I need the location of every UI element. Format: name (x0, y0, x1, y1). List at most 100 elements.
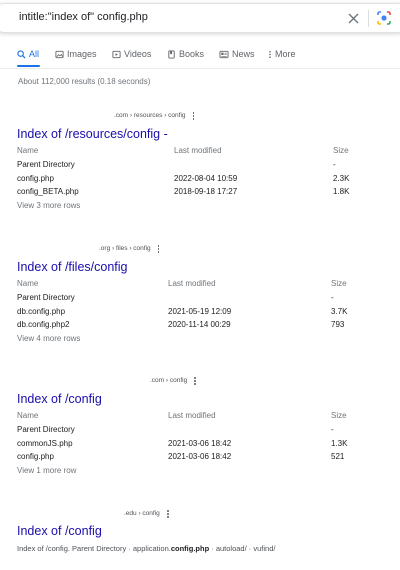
snippet-text: Index of /config. Parent Directory · app… (17, 544, 171, 553)
result-snippet: Index of /config. Parent Directory · app… (17, 544, 275, 553)
table-header: Name Last modified Size (0, 411, 400, 423)
table-row: config_BETA.php 2018-09-18 17:27 1.8K (0, 187, 400, 199)
row-modified: 2021-05-19 12:09 (168, 307, 232, 316)
header-last-modified: Last modified (174, 146, 222, 155)
row-modified: 2020-11-14 00:29 (168, 320, 231, 329)
close-icon (348, 13, 358, 23)
row-size: - (331, 293, 334, 302)
tab-videos[interactable]: Videos (112, 49, 151, 59)
breadcrumb: .org › files › config (99, 245, 151, 253)
result-title-text: Index of /files/config (17, 260, 128, 274)
snippet-text: · autoload/ · vufind/ (209, 544, 276, 553)
tab-label: Images (67, 49, 97, 59)
table-row: db.config.php 2021-05-19 12:09 3.7K (0, 307, 400, 319)
tab-label: All (29, 49, 40, 59)
row-modified: 2018-09-18 17:27 (174, 187, 238, 196)
search-input[interactable]: intitle:"index of" config.php (19, 11, 148, 23)
result-url[interactable]: .com › resources › config (114, 112, 195, 120)
header-name: Name (17, 279, 39, 288)
search-tabs: All Images Videos Books News More (0, 46, 400, 68)
row-name: Parent Directory (17, 293, 75, 302)
row-modified: 2022-08-04 10:59 (174, 174, 238, 183)
book-icon (168, 49, 175, 59)
row-name: Parent Directory (17, 425, 75, 434)
breadcrumb: .com › resources › config (114, 112, 186, 120)
tab-label: News (232, 49, 255, 59)
result-stats: About 112,000 results (0.18 seconds) (18, 77, 151, 86)
tab-label: More (275, 49, 296, 59)
header-last-modified: Last modified (168, 411, 216, 420)
result-title-text: Index of /config (17, 524, 102, 538)
row-name: db.config.php2 (17, 320, 70, 329)
row-size: 793 (331, 320, 345, 329)
row-size: - (333, 160, 336, 169)
row-name: Parent Directory (17, 160, 75, 169)
tabs-divider (0, 68, 400, 69)
more-options-icon[interactable] (166, 510, 169, 518)
row-size: - (331, 425, 334, 434)
more-options-icon[interactable] (192, 112, 195, 120)
result-title[interactable]: Index of /config (17, 524, 102, 538)
tab-label: Videos (124, 49, 152, 59)
google-lens-button[interactable] (375, 9, 393, 27)
header-size: Size (333, 146, 349, 155)
more-options-icon[interactable] (194, 377, 197, 385)
tab-books[interactable]: Books (167, 49, 204, 59)
header-size: Size (331, 279, 347, 288)
header-last-modified: Last modified (168, 279, 216, 288)
table-row: db.config.php2 2020-11-14 00:29 793 (0, 320, 400, 332)
table-row: Parent Directory - (0, 293, 400, 305)
tab-more[interactable]: More (268, 49, 296, 59)
view-more-rows-link[interactable]: View 4 more rows (17, 334, 80, 343)
lens-icon (377, 11, 391, 25)
row-size: 1.3K (331, 439, 348, 448)
image-icon (55, 50, 64, 58)
table-header: Name Last modified Size (0, 279, 400, 291)
news-icon (219, 50, 229, 58)
view-more-rows-link[interactable]: View 1 more row (17, 466, 76, 475)
result-title-text: Index of /resources/config (17, 127, 161, 141)
table-row: config.php 2021-03-06 18:42 521 (0, 452, 400, 464)
table-row: Parent Directory - (0, 425, 400, 437)
result-title-suffix: - (163, 127, 168, 141)
row-modified: 2021-03-06 18:42 (168, 452, 232, 461)
result-url[interactable]: .org › files › config (99, 245, 160, 253)
row-size: 3.7K (331, 307, 348, 316)
search-bar: intitle:"index of" config.php (0, 3, 400, 33)
breadcrumb: .edu › config (124, 510, 160, 518)
header-name: Name (17, 146, 39, 155)
row-name: db.config.php (17, 307, 66, 316)
result-title[interactable]: Index of /files/config (17, 260, 127, 274)
row-name: commonJS.php (17, 439, 73, 448)
row-modified: 2021-03-06 18:42 (168, 439, 232, 448)
more-options-icon[interactable] (157, 245, 160, 253)
view-more-rows-link[interactable]: View 3 more rows (17, 201, 80, 210)
table-row: commonJS.php 2021-03-06 18:42 1.3K (0, 439, 400, 451)
tab-news[interactable]: News (219, 49, 255, 59)
search-bar-divider (368, 10, 369, 27)
table-row: config.php 2022-08-04 10:59 2.3K (0, 174, 400, 186)
tab-images[interactable]: Images (55, 49, 97, 59)
row-name: config.php (17, 452, 54, 461)
header-name: Name (17, 411, 39, 420)
more-vert-icon (269, 50, 271, 58)
table-header: Name Last modified Size (0, 146, 400, 158)
search-icon (17, 49, 26, 59)
clear-button[interactable] (345, 10, 361, 26)
active-tab-indicator (17, 65, 40, 67)
row-name: config.php (17, 174, 54, 183)
result-title[interactable]: Index of /resources/config - (17, 127, 168, 141)
row-size: 521 (331, 452, 345, 461)
result-title-text: Index of /config (17, 392, 102, 406)
video-icon (112, 50, 121, 58)
row-size: 1.8K (333, 187, 350, 196)
row-name: config_BETA.php (17, 187, 79, 196)
tab-all[interactable]: All (17, 49, 39, 59)
table-row: Parent Directory - (0, 160, 400, 172)
result-title[interactable]: Index of /config (17, 392, 102, 406)
header-size: Size (331, 411, 347, 420)
tab-label: Books (179, 49, 205, 59)
result-url[interactable]: .com › config (150, 377, 197, 385)
snippet-highlight: config.php (170, 544, 210, 553)
result-url[interactable]: .edu › config (124, 510, 169, 518)
